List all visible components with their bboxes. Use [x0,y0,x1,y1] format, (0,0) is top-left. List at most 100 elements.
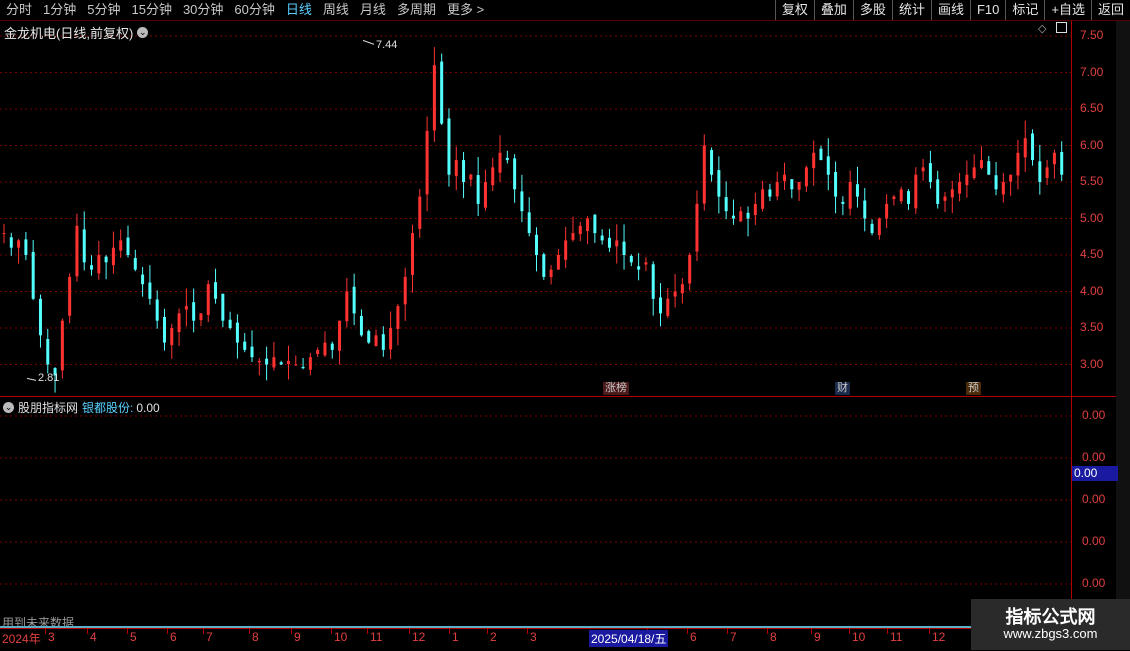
candle-body [914,174,918,209]
toolbar-button[interactable]: 统计 [891,0,931,20]
candle-body [600,235,604,241]
date-tick [249,628,250,634]
candle-body [666,298,670,316]
period-tab[interactable]: 多周期 [391,0,441,20]
period-tab[interactable]: 日线 [280,0,317,20]
date-tick [687,628,688,634]
candle [374,329,378,347]
candle-body [834,171,838,197]
candle [221,293,225,328]
candle [1031,129,1035,166]
candle-body [1052,152,1056,165]
date-tick [291,628,292,634]
candle [753,192,757,225]
period-tab[interactable]: 5分钟 [81,0,125,20]
candle-body [651,264,655,299]
candle-body [775,182,779,197]
candle [783,162,787,191]
candle-body [111,247,115,266]
candle-body [746,212,750,219]
candle [593,214,597,243]
candle [870,219,874,236]
toolbar-button[interactable]: 标记 [1005,0,1044,20]
candle-body [885,203,889,219]
candle [162,308,166,351]
toolbar-button[interactable]: 复权 [774,0,814,20]
date-tick-label: 9 [814,630,821,644]
period-tab[interactable]: 60分钟 [228,0,279,20]
candle [410,224,414,293]
candle [440,53,444,125]
date-tick-label: 4 [90,630,97,644]
candle [24,231,28,261]
candle [637,253,641,281]
period-tab[interactable]: 分时 [0,0,37,20]
candle-body [308,357,312,370]
candle-body [46,339,50,365]
candle [505,150,509,164]
candle-body [907,191,911,204]
candle [666,288,670,319]
marker-finance[interactable]: 财 [835,382,850,395]
candle [768,183,772,202]
candle [717,156,721,214]
candle [958,172,962,202]
candle-body [659,297,663,314]
diamond-icon[interactable]: ◇ [1038,22,1046,35]
candle-body [206,284,210,315]
indicator-tick-label: 0.00 [1082,450,1106,464]
candle [724,181,728,220]
candle [301,358,305,370]
date-tick [887,628,888,634]
candle-body [505,157,509,161]
candle [345,278,349,328]
candle [104,255,108,280]
candle [1009,174,1013,196]
candle-body [483,182,487,208]
marker-zhangbang[interactable]: 涨榜 [603,382,629,395]
toolbar-button[interactable]: +自选 [1044,0,1091,20]
chevron-down-icon[interactable]: ⌄ [3,402,14,413]
panel-toggle-icon[interactable] [1056,22,1067,33]
candle-body [899,189,903,202]
toolbar-button[interactable]: 返回 [1090,0,1130,20]
candle [359,309,363,337]
candle [855,166,859,208]
candle-body [403,276,407,305]
candle-body [783,174,787,182]
toolbar-button[interactable]: 叠加 [813,0,853,20]
period-tab[interactable]: 30分钟 [177,0,228,20]
price-chart-panel[interactable] [0,21,1071,396]
marker-forecast[interactable]: 预 [966,382,981,395]
candle-body [396,306,400,329]
price-tick-label: 3.00 [1080,356,1104,371]
period-tab[interactable]: 1分钟 [37,0,81,20]
period-tab[interactable]: 更多 > [441,0,489,20]
candle-body [615,240,619,247]
candle-body [841,201,845,204]
candle [841,196,845,216]
candle-body [68,276,72,316]
chevron-down-icon[interactable]: ⌄ [137,27,149,38]
candle [60,318,64,379]
candle [739,206,743,223]
candle-body [1009,174,1013,182]
period-tab[interactable]: 月线 [354,0,391,20]
candle-body [60,320,64,371]
candlestick-chart[interactable] [0,21,1071,396]
date-tick-label: 1 [452,630,459,644]
period-tab[interactable]: 周线 [317,0,354,20]
candle [797,181,801,202]
toolbar-button[interactable]: F10 [969,0,1005,20]
toolbar-button[interactable]: 画线 [930,0,970,20]
candle [235,314,239,359]
candle-body [447,118,451,175]
candle-body [440,61,444,124]
toolbar-button[interactable]: 多股 [852,0,892,20]
candle [2,224,6,244]
indicator-panel[interactable] [0,398,1071,626]
period-tab[interactable]: 15分钟 [125,0,176,20]
candle [447,108,451,187]
candle [279,360,283,365]
candle-body [644,262,648,265]
